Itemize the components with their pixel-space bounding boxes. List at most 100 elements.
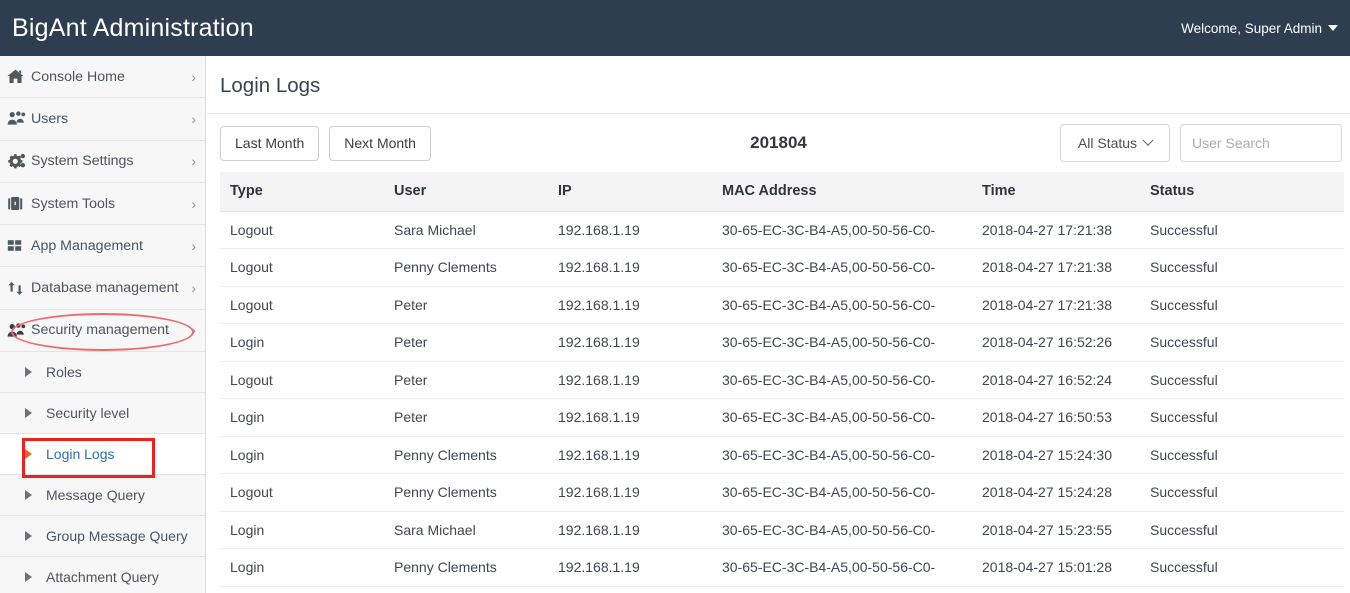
column-header-user[interactable]: User bbox=[384, 172, 548, 212]
cell-user: Peter bbox=[384, 323, 548, 362]
toolbar-right-group: All Status bbox=[1060, 124, 1342, 162]
column-header-status[interactable]: Status bbox=[1140, 172, 1344, 212]
table-row[interactable]: Login Sara Michael 192.168.1.19 30-65-EC-3C… bbox=[220, 511, 1344, 549]
sidebar-item-database-management[interactable]: Database management › bbox=[0, 267, 205, 310]
sidebar-subitem-label: Attachment Query bbox=[46, 569, 159, 586]
cell-status: Successful bbox=[1140, 211, 1344, 249]
sidebar-item-users[interactable]: Users › bbox=[0, 98, 205, 141]
cell-status: Successful bbox=[1140, 248, 1344, 287]
triangle-right-icon bbox=[25, 531, 32, 542]
cell-status: Successful bbox=[1140, 286, 1344, 324]
cell-user: Penny Clements bbox=[384, 248, 548, 287]
sidebar-item-label: System Settings bbox=[31, 153, 134, 170]
sidebar-subitem-message-query[interactable]: Message Query bbox=[0, 475, 205, 517]
triangle-right-icon bbox=[25, 367, 32, 378]
status-filter-label: All Status bbox=[1077, 135, 1138, 151]
cell-status: Successful bbox=[1140, 548, 1344, 587]
cell-time: 2018-04-27 16:50:53 bbox=[972, 398, 1140, 437]
triangle-right-icon bbox=[25, 572, 32, 583]
cell-mac: 30-65-EC-3C-B4-A5,00-50-56-C0- bbox=[712, 548, 972, 587]
sidebar-subitem-group-message-query[interactable]: Group Message Query bbox=[0, 516, 205, 558]
welcome-user-label: Welcome, Super Admin bbox=[1181, 20, 1322, 36]
next-month-button[interactable]: Next Month bbox=[329, 125, 431, 161]
cell-ip: 192.168.1.19 bbox=[548, 398, 712, 437]
table-row[interactable]: Logout Sara Michael 192.168.1.19 30-65-EC-3… bbox=[220, 211, 1344, 249]
chevron-right-icon: › bbox=[191, 110, 196, 127]
table-row[interactable]: Logout Penny Clements 192.168.1.19 30-65-EC… bbox=[220, 248, 1344, 287]
table-row[interactable]: Login Peter 192.168.1.19 30-65-EC-3C-B4-A5,… bbox=[220, 398, 1344, 437]
cell-ip: 192.168.1.19 bbox=[548, 511, 712, 549]
cell-type: Logout bbox=[220, 248, 384, 287]
table-row[interactable]: Login Penny Clements 192.168.1.19 30-65-EC-… bbox=[220, 436, 1344, 474]
welcome-user-menu[interactable]: Welcome, Super Admin bbox=[1181, 21, 1350, 36]
sidebar-item-label: Database management bbox=[31, 280, 179, 297]
cell-mac: 30-65-EC-3C-B4-A5,00-50-56-C0- bbox=[712, 398, 972, 437]
briefcase-icon bbox=[7, 195, 31, 213]
sidebar-item-security-management[interactable]: Security management › bbox=[0, 310, 205, 353]
chevron-down-icon bbox=[1142, 134, 1154, 146]
status-filter-dropdown[interactable]: All Status bbox=[1060, 124, 1170, 162]
cell-type: Logout bbox=[220, 211, 384, 249]
cell-status: Successful bbox=[1140, 398, 1344, 437]
cell-ip: 192.168.1.19 bbox=[548, 548, 712, 587]
table-row[interactable]: Logout Penny Clements 192.168.1.19 30-65-EC… bbox=[220, 473, 1344, 512]
sidebar: Console Home › Users › System Settings › bbox=[0, 56, 206, 593]
exchange-icon bbox=[7, 279, 31, 297]
table-header: Type User IP MAC Address Time Status bbox=[220, 172, 1344, 212]
app-title: BigAnt Administration bbox=[12, 13, 254, 42]
cell-mac: 30-65-EC-3C-B4-A5,00-50-56-C0- bbox=[712, 211, 972, 249]
cell-user: Sara Michael bbox=[384, 511, 548, 549]
chevron-right-icon: › bbox=[191, 153, 196, 170]
cell-status: Successful bbox=[1140, 361, 1344, 399]
sidebar-subitem-attachment-query[interactable]: Attachment Query bbox=[0, 557, 205, 593]
cell-ip: 192.168.1.19 bbox=[548, 211, 712, 249]
triangle-right-icon bbox=[25, 490, 32, 501]
sidebar-subitem-roles[interactable]: Roles bbox=[0, 352, 205, 394]
sidebar-item-label: System Tools bbox=[31, 195, 116, 212]
toolbar: Last Month Next Month 201804 All Status bbox=[207, 114, 1350, 172]
table-row[interactable]: Login Peter 192.168.1.19 30-65-EC-3C-B4-A5,… bbox=[220, 323, 1344, 362]
cell-status: Successful bbox=[1140, 473, 1344, 512]
cell-mac: 30-65-EC-3C-B4-A5,00-50-56-C0- bbox=[712, 248, 972, 287]
table-row[interactable]: Logout Peter 192.168.1.19 30-65-EC-3C-B4-A5… bbox=[220, 286, 1344, 324]
sidebar-subitem-security-level[interactable]: Security level bbox=[0, 393, 205, 435]
cell-time: 2018-04-27 17:21:38 bbox=[972, 248, 1140, 287]
chevron-right-icon: › bbox=[191, 280, 196, 297]
sidebar-subitem-login-logs[interactable]: Login Logs bbox=[0, 434, 205, 476]
cell-type: Logout bbox=[220, 286, 384, 324]
cell-type: Login bbox=[220, 323, 384, 362]
column-header-type[interactable]: Type bbox=[220, 172, 384, 212]
sidebar-item-system-settings[interactable]: System Settings › bbox=[0, 141, 205, 183]
caret-down-icon bbox=[1328, 25, 1338, 31]
cell-time: 2018-04-27 15:01:28 bbox=[972, 548, 1140, 587]
sidebar-subitem-label: Group Message Query bbox=[46, 528, 188, 545]
cell-status: Successful bbox=[1140, 511, 1344, 549]
cell-time: 2018-04-27 15:24:28 bbox=[972, 473, 1140, 512]
table-row[interactable]: Login Penny Clements 192.168.1.19 30-65-EC-… bbox=[220, 548, 1344, 587]
column-header-mac[interactable]: MAC Address bbox=[712, 172, 972, 212]
cell-ip: 192.168.1.19 bbox=[548, 473, 712, 512]
cell-user: Peter bbox=[384, 361, 548, 399]
chevron-right-icon: › bbox=[191, 322, 196, 339]
cell-mac: 30-65-EC-3C-B4-A5,00-50-56-C0- bbox=[712, 361, 972, 399]
cell-ip: 192.168.1.19 bbox=[548, 436, 712, 474]
column-header-time[interactable]: Time bbox=[972, 172, 1140, 212]
sidebar-item-console-home[interactable]: Console Home › bbox=[0, 56, 205, 99]
cell-user: Penny Clements bbox=[384, 548, 548, 587]
table-row[interactable]: Logout Peter 192.168.1.19 30-65-EC-3C-B4-A5… bbox=[220, 361, 1344, 399]
table-header-row: Type User IP MAC Address Time Status bbox=[220, 172, 1344, 212]
home-icon bbox=[7, 68, 31, 86]
user-search-input[interactable] bbox=[1180, 124, 1342, 162]
cell-user: Peter bbox=[384, 398, 548, 437]
last-month-button[interactable]: Last Month bbox=[220, 125, 320, 161]
cell-mac: 30-65-EC-3C-B4-A5,00-50-56-C0- bbox=[712, 323, 972, 362]
cell-user: Peter bbox=[384, 286, 548, 324]
chevron-right-icon: › bbox=[191, 195, 196, 212]
page-title: Login Logs bbox=[220, 74, 321, 97]
column-header-ip[interactable]: IP bbox=[548, 172, 712, 212]
sidebar-item-label: App Management bbox=[31, 237, 143, 254]
sidebar-item-app-management[interactable]: App Management › bbox=[0, 225, 205, 268]
sidebar-item-system-tools[interactable]: System Tools › bbox=[0, 183, 205, 226]
cell-time: 2018-04-27 15:24:30 bbox=[972, 436, 1140, 474]
sidebar-item-label: Users bbox=[31, 110, 69, 127]
